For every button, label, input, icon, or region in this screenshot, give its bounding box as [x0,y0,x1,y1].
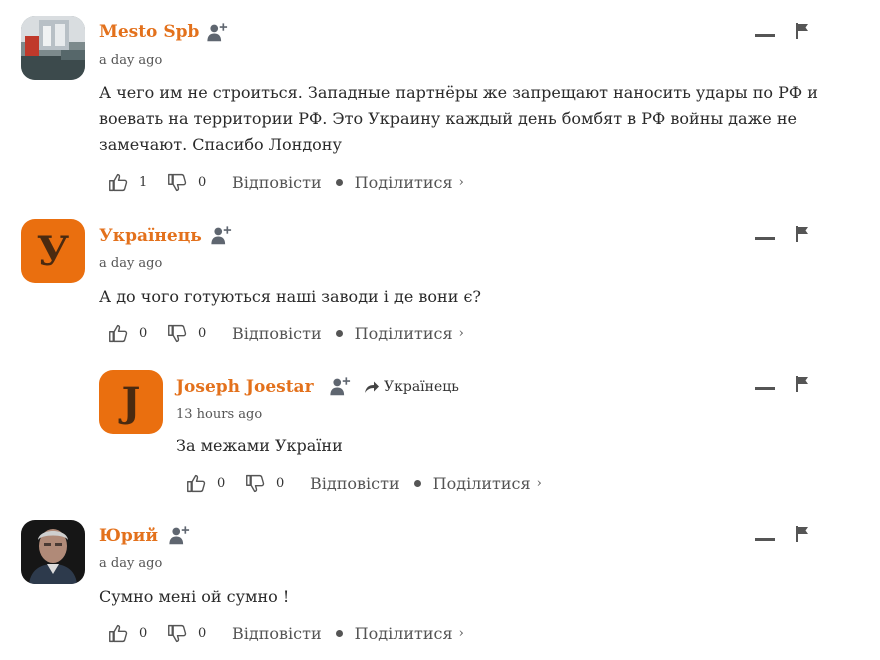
reply-button[interactable]: Відповісти [232,324,322,343]
share-button[interactable]: Поділитися › [355,624,464,643]
comment-actions: 0 0 Відповісти Поділитися › [108,323,464,344]
reply-to-link[interactable]: Українець [364,379,459,395]
share-label: Поділитися [432,474,531,493]
dislike-button[interactable]: 0 [245,473,288,494]
comment-time[interactable]: a day ago [99,256,162,271]
separator-dot [335,179,343,186]
comment-author[interactable]: Joseph Joestar [176,377,314,397]
follow-icon[interactable] [168,525,190,547]
flag-icon[interactable] [795,226,809,242]
thumbs-up-icon [108,623,129,644]
comment-author[interactable]: Українець [99,226,202,246]
comment-text: А до чого готуються наші заводи і де вон… [99,287,481,306]
thumbs-down-icon [167,172,188,193]
comment-actions: 1 0 Відповісти Поділитися › [108,172,464,193]
thumbs-down-icon [245,473,266,494]
like-button[interactable]: 1 [108,172,151,193]
share-button[interactable]: Поділитися › [355,324,464,343]
dislike-count: 0 [198,626,207,641]
thumbs-down-icon [167,623,188,644]
follow-icon[interactable] [206,22,228,44]
comment-time[interactable]: 13 hours ago [176,407,262,422]
dislike-button[interactable]: 0 [167,623,210,644]
comment-author[interactable]: Mesto Spb [99,22,199,42]
collapse-icon[interactable] [755,538,775,541]
share-button[interactable]: Поділитися › [433,474,542,493]
comment-text: Сумно мені ой сумно ! [99,587,290,606]
flag-icon[interactable] [795,376,809,392]
dislike-count: 0 [198,175,207,190]
thumbs-up-icon [186,473,207,494]
share-label: Поділитися [354,173,453,192]
avatar-image-icon [21,16,85,80]
thumbs-up-icon [108,323,129,344]
flag-icon[interactable] [795,526,809,542]
chevron-right-icon: › [536,476,542,491]
dislike-count: 0 [198,326,207,341]
separator-dot [335,630,343,637]
avatar[interactable]: J [99,370,163,434]
like-count: 0 [139,326,148,341]
comment-author[interactable]: Юрий [99,526,158,546]
avatar[interactable] [21,16,85,80]
like-count: 0 [139,626,148,641]
dislike-count: 0 [276,476,285,491]
like-button[interactable]: 0 [108,623,151,644]
separator-dot [413,480,421,487]
follow-icon[interactable] [329,376,351,398]
reply-button[interactable]: Відповісти [232,624,322,643]
comment-actions: 0 0 Відповісти Поділитися › [186,473,542,494]
comment-actions: 0 0 Відповісти Поділитися › [108,623,464,644]
collapse-icon[interactable] [755,387,775,390]
like-count: 1 [139,175,148,190]
comment: Mesto Spb a day ago А чего им не строить… [0,0,880,205]
like-count: 0 [217,476,226,491]
reply-arrow-icon [364,380,380,394]
thumbs-down-icon [167,323,188,344]
comment-time[interactable]: a day ago [99,53,162,68]
chevron-right-icon: › [458,626,464,641]
collapse-icon[interactable] [755,34,775,37]
flag-icon[interactable] [795,23,809,39]
thumbs-up-icon [108,172,129,193]
reply-comment: J Joseph Joestar Українець 13 hours ago … [0,355,880,505]
reply-button[interactable]: Відповісти [310,474,400,493]
dislike-button[interactable]: 0 [167,172,210,193]
separator-dot [335,330,343,337]
avatar[interactable]: У [21,219,85,283]
reply-button[interactable]: Відповісти [232,173,322,192]
like-button[interactable]: 0 [186,473,229,494]
comment-text: А чего им не строиться. Западные партнёр… [99,83,818,154]
follow-icon[interactable] [210,225,232,247]
chevron-right-icon: › [458,326,464,341]
comment-time[interactable]: a day ago [99,556,162,571]
comment-text: За межами України [176,436,343,455]
avatar[interactable] [21,520,85,584]
comment: Юрий a day ago Сумно мені ой сумно ! 0 0… [0,505,880,660]
like-button[interactable]: 0 [108,323,151,344]
avatar-photo-icon [21,520,85,584]
dislike-button[interactable]: 0 [167,323,210,344]
reply-to-author: Українець [384,379,459,395]
share-label: Поділитися [354,624,453,643]
share-label: Поділитися [354,324,453,343]
chevron-right-icon: › [458,175,464,190]
collapse-icon[interactable] [755,237,775,240]
comment: У Українець a day ago А до чого готуютьс… [0,205,880,355]
share-button[interactable]: Поділитися › [355,173,464,192]
